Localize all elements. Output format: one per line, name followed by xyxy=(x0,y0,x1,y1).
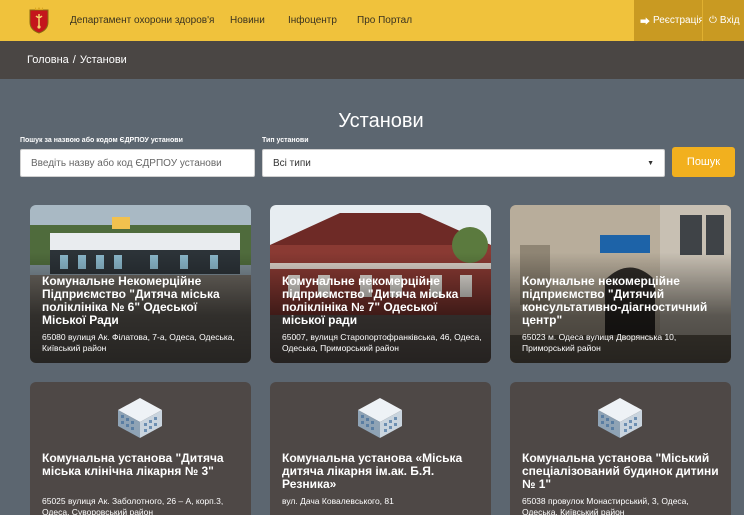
card-title[interactable]: Комунальне Некомерційне Підприємство "Ди… xyxy=(42,275,243,327)
institution-card[interactable]: Комунальна установа "Дитяча міська кліні… xyxy=(30,382,251,515)
card-address: 65023 м. Одеса вулиця Дворянська 10, При… xyxy=(522,332,677,353)
search-input[interactable] xyxy=(20,149,255,177)
institution-type-value: Всі типи xyxy=(273,157,311,169)
sign-in-icon: ⮕ xyxy=(640,17,650,28)
register-button[interactable]: ⮕ Реєстрація xyxy=(634,0,704,41)
login-label: Вхід xyxy=(719,15,740,26)
building-icon xyxy=(358,398,402,438)
card-title[interactable]: Комунальна установа "Міський спеціалізов… xyxy=(522,452,723,491)
nav-link-about-portal[interactable]: Про Портал xyxy=(357,15,412,26)
nav-link-news[interactable]: Новини xyxy=(230,15,265,26)
search-label: Пошук за назвою або кодом ЄДРПОУ установ… xyxy=(20,137,183,144)
breadcrumb-home[interactable]: Головна xyxy=(27,54,69,66)
top-navbar: Департамент охорони здоров'я Новини Інфо… xyxy=(0,0,744,41)
dropdown-caret-icon: ▼ xyxy=(647,159,654,167)
register-label: Реєстрація xyxy=(653,15,704,26)
power-icon: ⏻ xyxy=(709,15,717,26)
city-coat-of-arms-logo[interactable] xyxy=(28,6,50,34)
breadcrumb-separator: / xyxy=(72,54,76,66)
building-icon xyxy=(118,398,162,438)
nav-link-health-department[interactable]: Департамент охорони здоров'я xyxy=(70,15,214,26)
institution-card[interactable]: Комунальне некомерційне підприємство "Ди… xyxy=(510,205,731,363)
breadcrumb-current: Установи xyxy=(79,54,127,66)
institution-card[interactable]: Комунальна установа «Міська дитяча лікар… xyxy=(270,382,491,515)
breadcrumb: Головна / Установи xyxy=(27,54,127,66)
card-title[interactable]: Комунальне некомерційне підприємство "Ди… xyxy=(522,275,723,327)
institution-card[interactable]: Комунальне Некомерційне Підприємство "Ди… xyxy=(30,205,251,363)
card-address: 65007, вулиця Старопортофранківська, 46,… xyxy=(282,332,482,353)
login-button[interactable]: ⏻ Вхід xyxy=(702,0,744,41)
institution-type-label: Тип установи xyxy=(262,137,309,144)
card-address: 65038 провулок Монастирський, 3, Одеса, … xyxy=(522,496,689,515)
card-title[interactable]: Комунальна установа «Міська дитяча лікар… xyxy=(282,452,483,491)
breadcrumb-bar: Головна / Установи xyxy=(0,41,744,79)
nav-link-infocenter[interactable]: Інфоцентр xyxy=(288,15,337,26)
card-title[interactable]: Комунальне некомерційне підприємство "Ди… xyxy=(282,275,483,327)
card-address: вул. Дача Ковалевського, 81 xyxy=(282,496,394,506)
institution-card[interactable]: Комунальна установа "Міський спеціалізов… xyxy=(510,382,731,515)
page-title: Установи xyxy=(338,110,424,132)
card-title[interactable]: Комунальна установа "Дитяча міська кліні… xyxy=(42,452,243,478)
search-button[interactable]: Пошук xyxy=(672,147,735,177)
institution-type-select[interactable]: Всі типи ▼ xyxy=(262,149,665,177)
card-address: 65080 вулиця Ак. Філатова, 7-а, Одеса, О… xyxy=(42,332,235,353)
card-address: 65025 вулиця Ак. Заболотного, 26 – А, ко… xyxy=(42,496,224,515)
institution-card[interactable]: Комунальне некомерційне підприємство "Ди… xyxy=(270,205,491,363)
building-icon xyxy=(598,398,642,438)
